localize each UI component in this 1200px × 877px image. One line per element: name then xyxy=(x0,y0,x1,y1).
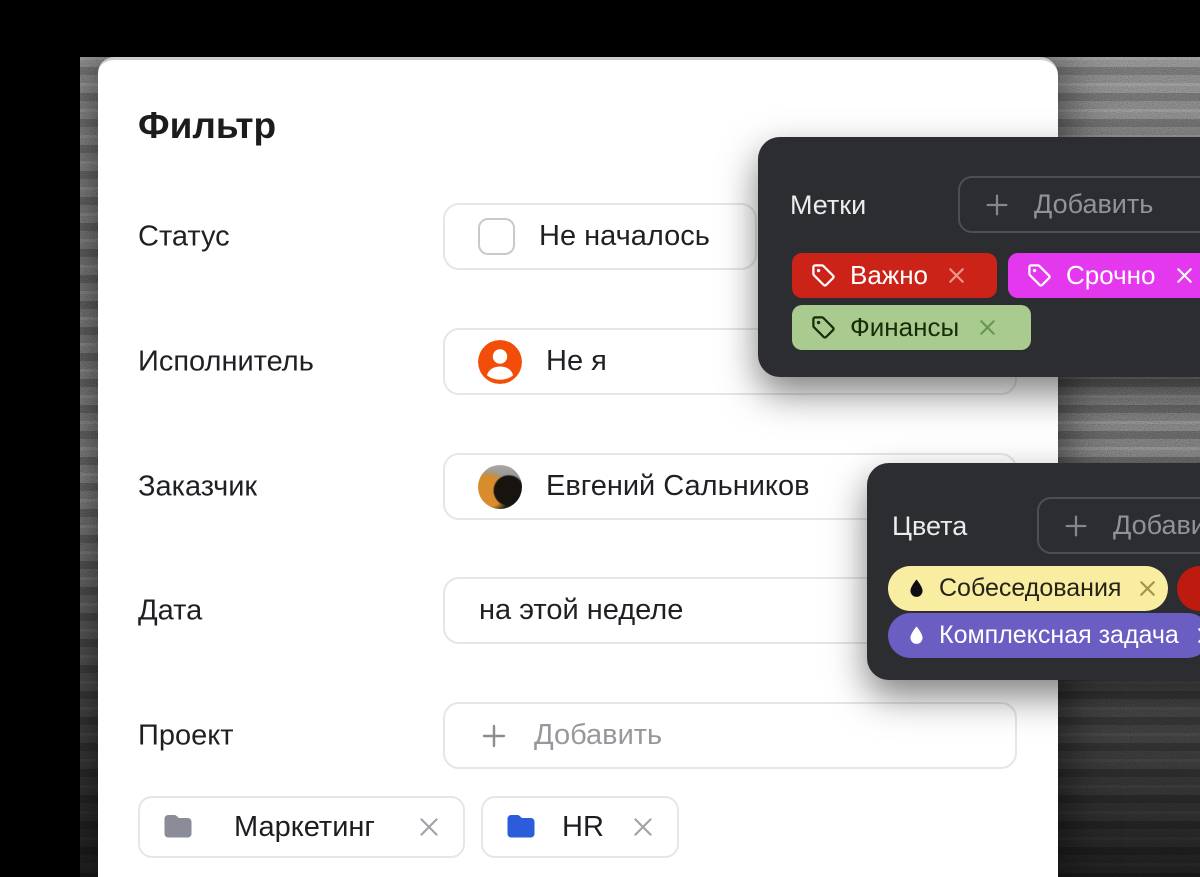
project-add-field[interactable]: Добавить xyxy=(443,702,1017,769)
screenshot-stage: Фильтр Статус Не началось Исполнитель xyxy=(0,0,1200,877)
date-label: Дата xyxy=(138,594,202,627)
project-chip-label: Маркетинг xyxy=(234,811,375,844)
remove-color-icon[interactable] xyxy=(1194,624,1200,647)
colors-panel-title: Цвета xyxy=(892,511,967,542)
person-avatar-icon xyxy=(478,340,522,384)
drop-icon xyxy=(905,577,928,600)
date-value: на этой неделе xyxy=(479,594,683,627)
label-chip-finance[interactable]: Финансы xyxy=(792,305,1031,350)
color-chip-text: Комплексная задача xyxy=(939,621,1179,650)
labels-panel: Метки Добавить Важно xyxy=(758,137,1200,377)
project-chip-marketing[interactable]: Маркетинг xyxy=(138,796,465,858)
label-chip-text: Финансы xyxy=(850,312,959,343)
color-chip-interviews[interactable]: Собеседования xyxy=(888,566,1168,611)
remove-project-icon[interactable] xyxy=(629,813,657,841)
labels-panel-title: Метки xyxy=(790,190,866,221)
plus-icon xyxy=(1061,511,1091,541)
remove-project-icon[interactable] xyxy=(415,813,443,841)
folder-icon xyxy=(503,809,539,845)
tag-icon xyxy=(810,314,837,341)
tag-icon xyxy=(1026,262,1053,289)
remove-label-icon[interactable] xyxy=(945,264,968,287)
labels-add-button[interactable]: Добавить xyxy=(958,176,1200,233)
project-chip-hr[interactable]: HR xyxy=(481,796,679,858)
project-add-placeholder: Добавить xyxy=(534,719,662,752)
status-field[interactable]: Не началось xyxy=(443,203,757,270)
page-title: Фильтр xyxy=(138,105,276,147)
assignee-label: Исполнитель xyxy=(138,345,314,378)
colors-add-button[interactable]: Добавить xyxy=(1037,497,1200,554)
customer-avatar xyxy=(478,465,522,509)
label-chip-urgent[interactable]: Срочно xyxy=(1008,253,1200,298)
plus-icon xyxy=(982,190,1012,220)
status-value: Не началось xyxy=(539,220,710,253)
remove-label-icon[interactable] xyxy=(976,316,999,339)
filter-row-project: Проект Добавить xyxy=(98,702,1058,769)
colors-add-label: Добавить xyxy=(1113,510,1200,541)
label-chip-text: Срочно xyxy=(1066,260,1156,291)
assignee-value: Не я xyxy=(546,345,607,378)
label-chip-important[interactable]: Важно xyxy=(792,253,997,298)
drop-icon xyxy=(905,624,928,647)
status-checkbox[interactable] xyxy=(478,218,515,255)
color-chip-partial[interactable] xyxy=(1177,566,1200,611)
project-label: Проект xyxy=(138,719,234,752)
plus-icon xyxy=(478,720,510,752)
tag-icon xyxy=(810,262,837,289)
folder-icon xyxy=(160,809,196,845)
project-chip-label: HR xyxy=(562,811,604,844)
customer-value: Евгений Сальников xyxy=(546,470,809,503)
customer-label: Заказчик xyxy=(138,470,257,503)
remove-color-icon[interactable] xyxy=(1136,577,1159,600)
status-label: Статус xyxy=(138,220,230,253)
label-chip-text: Важно xyxy=(850,260,928,291)
colors-panel: Цвета Добавить Собеседования xyxy=(867,463,1200,680)
color-chip-complex-task[interactable]: Комплексная задача xyxy=(888,613,1200,658)
labels-add-label: Добавить xyxy=(1034,189,1153,220)
remove-label-icon[interactable] xyxy=(1173,264,1196,287)
color-chip-text: Собеседования xyxy=(939,574,1121,603)
